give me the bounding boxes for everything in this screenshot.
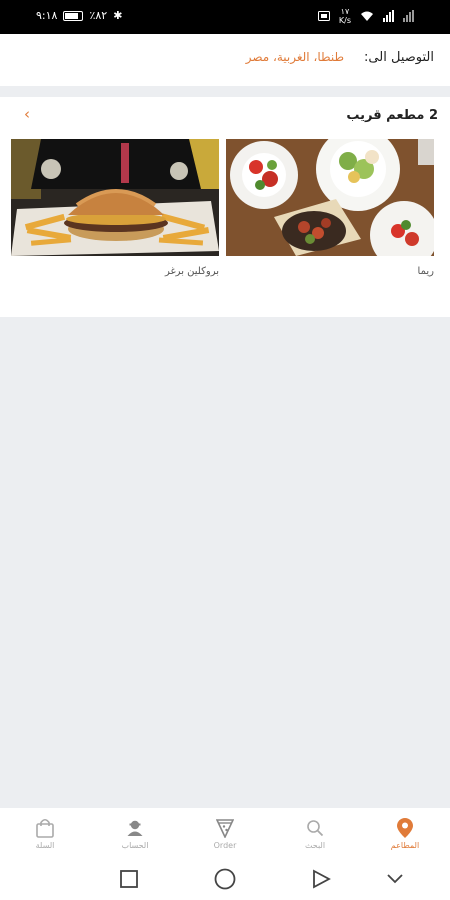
bluetooth-icon: ✱ <box>113 9 123 22</box>
home-button[interactable] <box>212 866 238 892</box>
nav-label-restaurants: المطاعم <box>390 840 420 850</box>
nearby-title: 2 مطعم قريب <box>346 108 438 123</box>
search-icon <box>307 819 324 836</box>
nav-order[interactable]: Order <box>190 817 260 850</box>
restaurant-name: بروكلين برغر <box>164 266 219 277</box>
back-button[interactable] <box>308 866 334 892</box>
notification-icon <box>317 11 330 21</box>
user-icon <box>127 820 143 836</box>
net-speed: ١٧ K/s <box>339 7 351 25</box>
nav-account[interactable]: الحساب <box>100 817 170 850</box>
giant-burger-photo <box>11 139 219 256</box>
net-speed-unit: K/s <box>338 16 351 25</box>
restaurant-name: ريما <box>417 266 434 277</box>
hide-nav-button[interactable] <box>382 866 408 892</box>
nav-label-account: الحساب <box>121 840 149 850</box>
wifi-icon <box>361 11 373 21</box>
chevron-left-icon[interactable]: ‹ <box>24 105 30 123</box>
nav-cart[interactable]: السلة <box>10 817 80 850</box>
signal-icon <box>383 10 394 22</box>
nav-label-search: البحث <box>304 840 326 850</box>
restaurant-card-rima[interactable]: ريما <box>226 139 434 277</box>
system-nav-bar <box>0 858 450 900</box>
status-left: ٩:١٨ ٪٨٢ ✱ <box>36 9 122 22</box>
delivery-bar[interactable]: التوصيل الى: طنطا، الغربية، مصر <box>0 34 450 86</box>
bottom-nav: المطاعم البحث Order الحساب السلة <box>0 808 450 858</box>
status-time: ٩:١٨ <box>36 9 58 22</box>
battery-icon <box>63 10 84 21</box>
nav-label-cart: السلة <box>35 840 55 850</box>
pizza-slice-icon <box>216 818 234 838</box>
battery-percent: ٪٨٢ <box>89 9 108 22</box>
shopping-bag-icon <box>36 818 54 838</box>
status-right: ١٧ K/s <box>317 7 414 25</box>
nav-search[interactable]: البحث <box>280 817 350 850</box>
delivery-location[interactable]: طنطا، الغربية، مصر <box>246 50 344 64</box>
location-pin-icon <box>397 817 413 838</box>
nearby-restaurants-card: 2 مطعم قريب ‹ ريما بروكلين برغر <box>0 97 450 317</box>
triangle-icon <box>313 869 331 889</box>
square-icon <box>120 870 138 888</box>
nav-label-order: Order <box>213 840 237 850</box>
restaurant-card-brooklyn-burger[interactable]: بروكلين برغر <box>11 139 219 277</box>
recent-apps-button[interactable] <box>116 866 142 892</box>
status-bar: ٩:١٨ ٪٨٢ ✱ ١٧ K/s <box>0 0 450 34</box>
salad-plates-photo <box>226 139 434 256</box>
net-speed-value: ١٧ <box>340 7 350 16</box>
nav-restaurants[interactable]: المطاعم <box>370 817 440 850</box>
delivery-label: التوصيل الى: <box>364 50 434 65</box>
chevron-down-icon <box>387 874 403 884</box>
signal-2-icon <box>403 10 414 22</box>
circle-icon <box>214 868 236 890</box>
